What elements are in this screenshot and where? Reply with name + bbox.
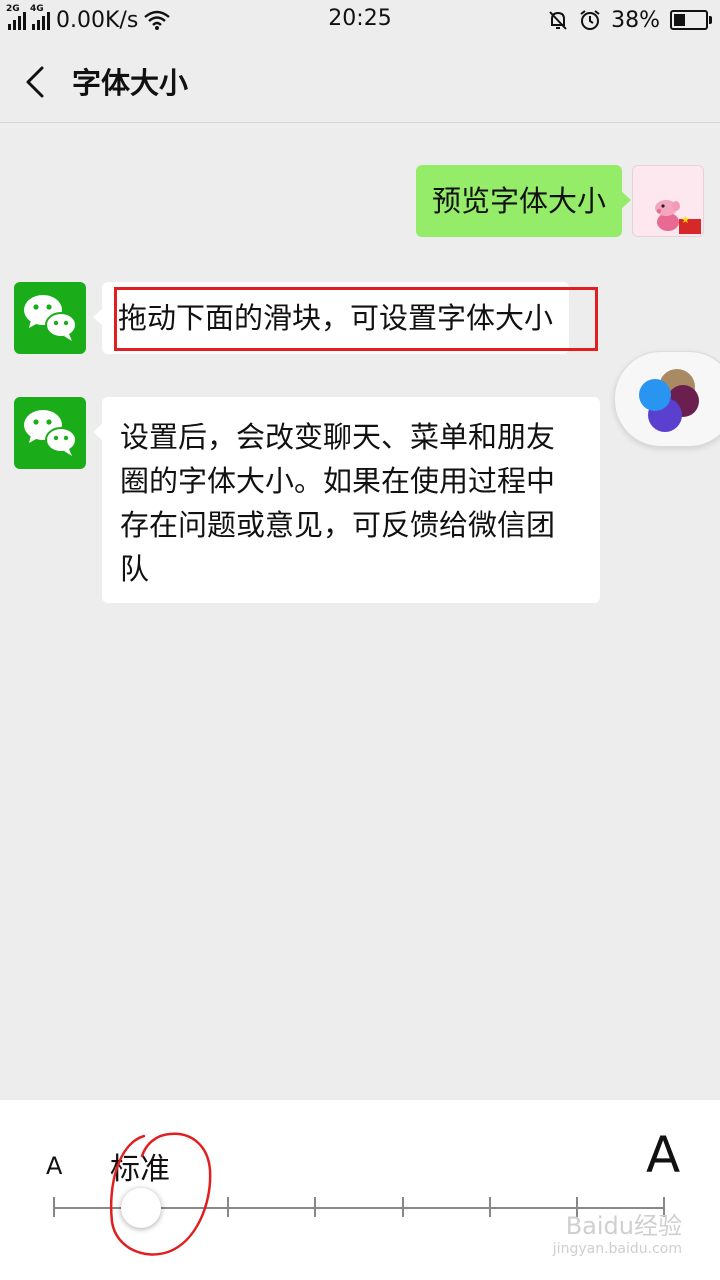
wechat-logo-icon	[24, 410, 77, 456]
message-incoming: 拖动下面的滑块，可设置字体大小	[14, 282, 570, 354]
small-font-label: A	[46, 1152, 63, 1180]
message-bubble: 设置后，会改变聊天、菜单和朋友圈的字体大小。如果在使用过程中存在问题或意见，可反…	[93, 397, 600, 603]
watermark: Baidu经验 jingyan.baidu.com	[553, 1212, 682, 1258]
chevron-left-icon	[26, 66, 44, 98]
font-size-panel: A 标准 A Baidu经验 jingyan.baidu.com	[0, 1100, 720, 1280]
wechat-avatar[interactable]	[14, 282, 86, 354]
slider-tick	[489, 1197, 491, 1217]
china-flag-icon	[679, 215, 701, 234]
slider-tick	[227, 1197, 229, 1217]
message-bubble: 预览字体大小	[415, 165, 632, 237]
back-button[interactable]	[18, 62, 54, 102]
page-title: 字体大小	[72, 66, 189, 100]
battery-percent: 38%	[611, 7, 660, 33]
large-font-label: A	[646, 1126, 681, 1184]
assistant-ball-icon	[639, 369, 699, 432]
message-outgoing: 预览字体大小	[415, 165, 704, 237]
nav-header: 字体大小	[0, 40, 720, 123]
message-bubble: 拖动下面的滑块，可设置字体大小	[92, 282, 570, 354]
slider-tick	[53, 1197, 55, 1217]
watermark-brand: Baidu经验	[565, 1212, 682, 1240]
wechat-avatar[interactable]	[14, 397, 86, 469]
alarm-icon	[580, 10, 600, 30]
slider-thumb[interactable]	[121, 1188, 161, 1228]
mute-icon	[549, 11, 567, 30]
message-incoming: 设置后，会改变聊天、菜单和朋友圈的字体大小。如果在使用过程中存在问题或意见，可反…	[14, 397, 600, 603]
floating-assistant-button[interactable]	[614, 351, 720, 447]
status-right: 38%	[547, 6, 712, 34]
status-bar: 2G 4G 0.00K/s 20:25 38%	[0, 0, 720, 40]
current-size-label: 标准	[110, 1152, 170, 1187]
slider-tick	[402, 1197, 404, 1217]
slider-tick	[314, 1197, 316, 1217]
user-avatar[interactable]	[632, 165, 704, 237]
wechat-logo-icon	[24, 295, 77, 341]
battery-icon	[670, 10, 712, 30]
watermark-url: jingyan.baidu.com	[552, 1241, 682, 1257]
